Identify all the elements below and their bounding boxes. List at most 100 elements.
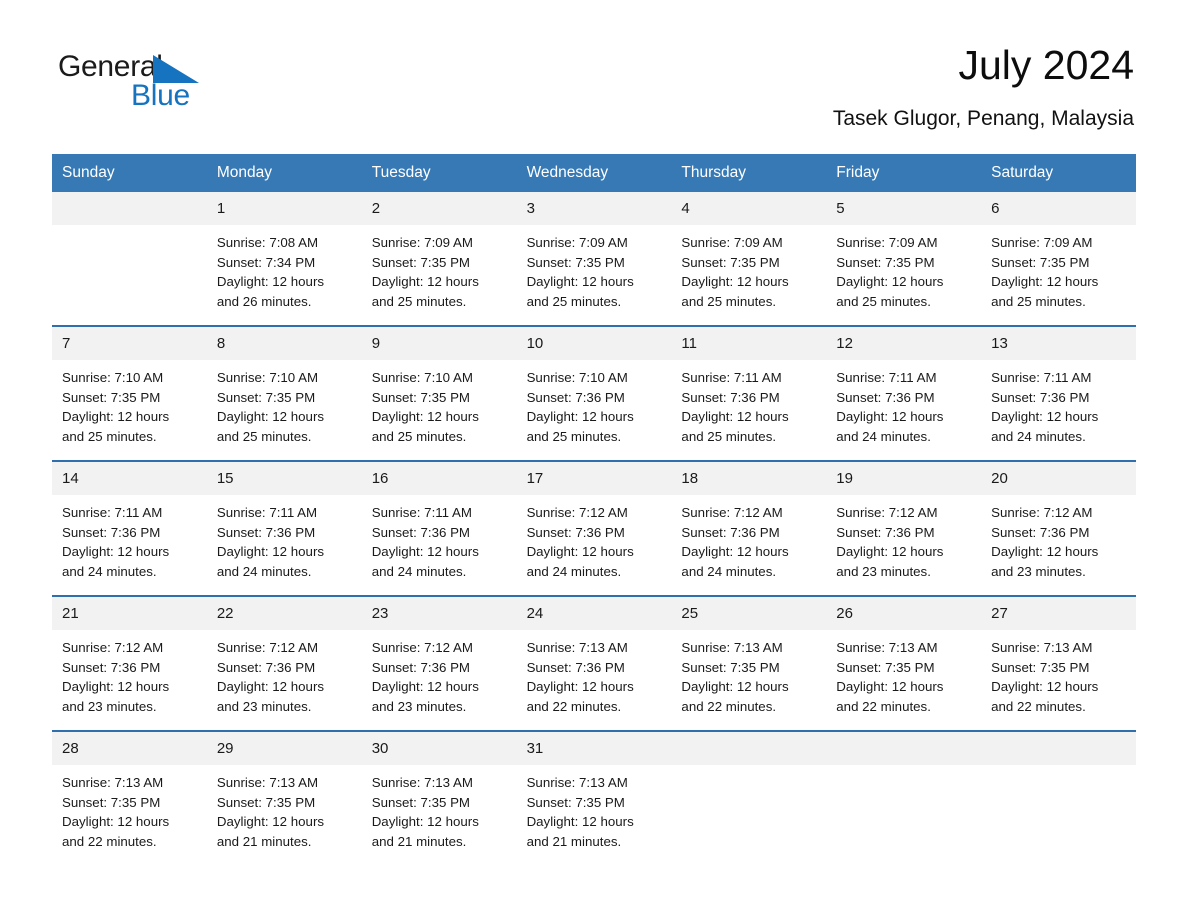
day-number: 21 (52, 596, 207, 630)
daylight-text-line1: Daylight: 12 hours (836, 679, 944, 695)
sunset-text: Sunset: 7:36 PM (526, 524, 625, 540)
sunrise-text: Sunrise: 7:13 AM (681, 639, 783, 655)
sunset-text: Sunset: 7:35 PM (371, 389, 471, 405)
day-details: Sunrise: 7:09 AM Sunset: 7:35 PM Daylight:… (362, 225, 517, 312)
daylight-text-line1: Daylight: 12 hours (216, 814, 325, 830)
daylight-text-line2: and 22 minutes. (991, 699, 1086, 715)
sunset-text: Sunset: 7:36 PM (216, 659, 316, 675)
day-number (671, 731, 827, 765)
calendar-day-cell[interactable]: 23 Sunrise: 7:12 AM Sunset: 7:36 PM Dayligh… (361, 596, 517, 721)
calendar-day-cell[interactable]: 27 Sunrise: 7:13 AM Sunset: 7:35 PM Dayligh… (981, 596, 1136, 721)
day-number: 12 (826, 326, 982, 360)
sunset-text: Sunset: 7:35 PM (991, 254, 1090, 270)
daylight-text-line2: and 24 minutes. (62, 564, 157, 580)
day-details (52, 225, 207, 233)
daylight-text-line1: Daylight: 12 hours (62, 544, 170, 560)
sunrise-text: Sunrise: 7:13 AM (371, 774, 473, 790)
daylight-text-line1: Daylight: 12 hours (526, 814, 634, 830)
sunset-text: Sunset: 7:35 PM (62, 389, 161, 405)
daylight-text-line1: Daylight: 12 hours (216, 409, 325, 425)
title-block: July 2024 Tasek Glugor, Penang, Malaysia (832, 43, 1136, 131)
daylight-text-line2: and 25 minutes. (371, 294, 467, 310)
calendar-day-cell[interactable]: 1 Sunrise: 7:08 AM Sunset: 7:34 PM Daylight… (206, 191, 362, 316)
calendar-day-cell[interactable]: 25 Sunrise: 7:13 AM Sunset: 7:35 PM Dayligh… (671, 596, 827, 721)
sunset-text: Sunset: 7:36 PM (216, 524, 316, 540)
sunrise-text: Sunrise: 7:13 AM (62, 774, 164, 790)
calendar-day-cell[interactable]: 11 Sunrise: 7:11 AM Sunset: 7:36 PM Dayligh… (671, 326, 827, 451)
sunrise-text: Sunrise: 7:12 AM (681, 504, 783, 520)
calendar-day-cell[interactable]: 13 Sunrise: 7:11 AM Sunset: 7:36 PM Dayligh… (981, 326, 1136, 451)
calendar-day-cell[interactable]: 21 Sunrise: 7:12 AM Sunset: 7:36 PM Dayligh… (52, 596, 207, 721)
day-details: Sunrise: 7:12 AM Sunset: 7:36 PM Daylight:… (981, 495, 1136, 582)
calendar-day-cell[interactable]: 31 Sunrise: 7:13 AM Sunset: 7:35 PM Dayligh… (516, 731, 672, 856)
calendar-day-cell[interactable]: 19 Sunrise: 7:12 AM Sunset: 7:36 PM Dayligh… (826, 461, 982, 586)
sunset-text: Sunset: 7:35 PM (62, 794, 161, 810)
calendar-day-cell[interactable]: 9 Sunrise: 7:10 AM Sunset: 7:35 PM Daylight… (361, 326, 517, 451)
daylight-text-line2: and 25 minutes. (836, 294, 931, 310)
calendar-day-cell[interactable]: 4 Sunrise: 7:09 AM Sunset: 7:35 PM Daylight… (671, 191, 827, 316)
calendar-day-cell[interactable]: 24 Sunrise: 7:13 AM Sunset: 7:36 PM Dayligh… (516, 596, 672, 721)
day-details: Sunrise: 7:13 AM Sunset: 7:35 PM Daylight:… (826, 630, 981, 717)
daylight-text-line2: and 24 minutes. (371, 564, 467, 580)
calendar-day-cell[interactable]: 10 Sunrise: 7:10 AM Sunset: 7:36 PM Dayligh… (516, 326, 672, 451)
calendar-day-cell[interactable]: 7 Sunrise: 7:10 AM Sunset: 7:35 PM Daylight… (52, 326, 207, 451)
calendar-day-cell[interactable]: 30 Sunrise: 7:13 AM Sunset: 7:35 PM Dayligh… (361, 731, 517, 856)
daylight-text-line2: and 21 minutes. (371, 834, 467, 850)
calendar-day-cell[interactable]: 5 Sunrise: 7:09 AM Sunset: 7:35 PM Daylight… (826, 191, 982, 316)
sunset-text: Sunset: 7:35 PM (681, 659, 780, 675)
calendar-week-row: 28 Sunrise: 7:13 AM Sunset: 7:35 PM Dayligh… (52, 729, 1136, 856)
sunrise-text: Sunrise: 7:11 AM (836, 369, 937, 385)
day-details: Sunrise: 7:12 AM Sunset: 7:36 PM Daylight:… (671, 495, 826, 582)
calendar-day-cell[interactable]: 26 Sunrise: 7:13 AM Sunset: 7:35 PM Dayligh… (826, 596, 982, 721)
day-number: 9 (361, 326, 517, 360)
day-number: 26 (826, 596, 982, 630)
daylight-text-line1: Daylight: 12 hours (216, 679, 325, 695)
calendar-day-cell[interactable]: 6 Sunrise: 7:09 AM Sunset: 7:35 PM Daylight… (981, 191, 1136, 316)
calendar-day-cell[interactable]: 16 Sunrise: 7:11 AM Sunset: 7:36 PM Dayligh… (361, 461, 517, 586)
sunrise-text: Sunrise: 7:11 AM (371, 504, 472, 520)
sunrise-text: Sunrise: 7:10 AM (216, 369, 319, 385)
daylight-text-line1: Daylight: 12 hours (836, 544, 944, 560)
daylight-text-line2: and 25 minutes. (681, 429, 777, 445)
calendar-week-row: 1 Sunrise: 7:08 AM Sunset: 7:34 PM Daylight… (52, 191, 1136, 316)
daylight-text-line2: and 22 minutes. (526, 699, 622, 715)
calendar-day-cell-empty (826, 731, 982, 856)
day-details: Sunrise: 7:11 AM Sunset: 7:36 PM Daylight:… (671, 360, 826, 447)
day-details: Sunrise: 7:13 AM Sunset: 7:35 PM Daylight:… (671, 630, 826, 717)
calendar-day-cell[interactable]: 2 Sunrise: 7:09 AM Sunset: 7:35 PM Daylight… (361, 191, 517, 316)
calendar-day-cell[interactable]: 18 Sunrise: 7:12 AM Sunset: 7:36 PM Dayligh… (671, 461, 827, 586)
day-details: Sunrise: 7:09 AM Sunset: 7:35 PM Daylight:… (671, 225, 826, 312)
location-subtitle: Tasek Glugor, Penang, Malaysia (832, 107, 1134, 131)
sunset-text: Sunset: 7:36 PM (371, 524, 471, 540)
calendar-week-row: 21 Sunrise: 7:12 AM Sunset: 7:36 PM Dayligh… (52, 594, 1136, 721)
calendar-day-cell[interactable]: 20 Sunrise: 7:12 AM Sunset: 7:36 PM Dayligh… (981, 461, 1136, 586)
calendar-day-cell[interactable]: 14 Sunrise: 7:11 AM Sunset: 7:36 PM Dayligh… (52, 461, 207, 586)
calendar-day-cell[interactable]: 28 Sunrise: 7:13 AM Sunset: 7:35 PM Dayligh… (52, 731, 207, 856)
calendar-day-cell[interactable]: 3 Sunrise: 7:09 AM Sunset: 7:35 PM Daylight… (516, 191, 672, 316)
day-details: Sunrise: 7:11 AM Sunset: 7:36 PM Daylight:… (207, 495, 362, 582)
sunset-text: Sunset: 7:36 PM (681, 389, 780, 405)
calendar-day-cell[interactable]: 17 Sunrise: 7:12 AM Sunset: 7:36 PM Dayligh… (516, 461, 672, 586)
sunrise-text: Sunrise: 7:10 AM (526, 369, 628, 385)
daylight-text-line2: and 21 minutes. (526, 834, 622, 850)
daylight-text-line1: Daylight: 12 hours (62, 679, 170, 695)
day-number: 8 (206, 326, 362, 360)
sunrise-text: Sunrise: 7:12 AM (62, 639, 164, 655)
calendar-day-cell[interactable]: 29 Sunrise: 7:13 AM Sunset: 7:35 PM Dayligh… (206, 731, 362, 856)
calendar-day-cell[interactable]: 15 Sunrise: 7:11 AM Sunset: 7:36 PM Dayligh… (206, 461, 362, 586)
calendar-day-cell[interactable]: 22 Sunrise: 7:12 AM Sunset: 7:36 PM Dayligh… (206, 596, 362, 721)
day-details: Sunrise: 7:11 AM Sunset: 7:36 PM Daylight:… (52, 495, 207, 582)
day-number: 18 (671, 461, 827, 495)
day-number: 13 (981, 326, 1136, 360)
day-number: 29 (206, 731, 362, 765)
daylight-text-line1: Daylight: 12 hours (526, 409, 634, 425)
day-number: 30 (361, 731, 517, 765)
sunrise-text: Sunrise: 7:09 AM (371, 234, 473, 250)
day-details: Sunrise: 7:10 AM Sunset: 7:35 PM Daylight:… (207, 360, 362, 447)
general-blue-logo[interactable]: General Blue (52, 44, 202, 114)
brand-name-blue: Blue (131, 79, 190, 112)
calendar-day-cell[interactable]: 8 Sunrise: 7:10 AM Sunset: 7:35 PM Daylight… (206, 326, 362, 451)
daylight-text-line1: Daylight: 12 hours (991, 409, 1099, 425)
calendar-day-cell[interactable]: 12 Sunrise: 7:11 AM Sunset: 7:36 PM Dayligh… (826, 326, 982, 451)
daylight-text-line2: and 25 minutes. (526, 294, 622, 310)
